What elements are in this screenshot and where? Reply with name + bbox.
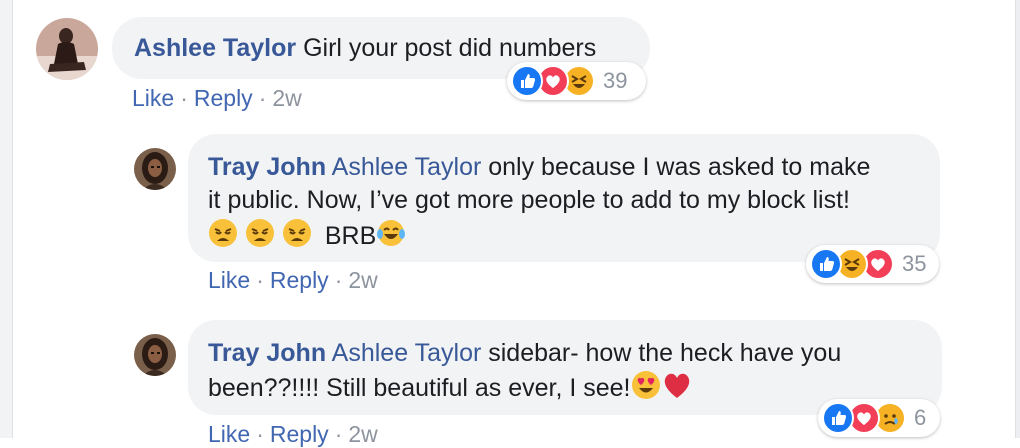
red-heart-icon	[661, 370, 693, 409]
page-right-edge	[1015, 0, 1020, 438]
comment-author[interactable]: Ashlee Taylor	[134, 34, 296, 62]
reply-button[interactable]: Reply	[194, 85, 253, 111]
like-reaction-icon	[822, 402, 854, 434]
like-reaction-icon	[810, 248, 842, 280]
comment-author[interactable]: Tray John	[208, 339, 326, 367]
comment-timestamp[interactable]: 2w	[348, 267, 377, 293]
comment-text-line: it public. Now, I’ve got more people to …	[208, 186, 850, 214]
weary-face-icon	[208, 218, 238, 257]
separator-dot: ·	[258, 85, 267, 111]
separator-dot: ·	[180, 85, 188, 111]
like-button[interactable]: Like	[208, 267, 250, 293]
comment-actions: Like · Reply · 2w	[132, 85, 302, 112]
avatar[interactable]	[134, 148, 176, 190]
comment-text-line: only because I was asked to make	[488, 153, 871, 181]
comment-timestamp[interactable]: 2w	[272, 85, 301, 111]
comment-author[interactable]: Tray John	[208, 153, 326, 181]
avatar[interactable]	[36, 18, 98, 80]
like-reaction-icon	[511, 65, 543, 97]
reaction-count: 39	[603, 68, 628, 93]
comment-actions: Like · Reply · 2w	[208, 421, 378, 448]
page-left-edge	[0, 0, 13, 438]
separator-dot: ·	[256, 421, 264, 447]
comment-timestamp[interactable]: 2w	[348, 421, 377, 447]
separator-dot: ·	[256, 267, 264, 293]
comment-text-line: been??!!!! Still beautiful as ever, I se…	[208, 374, 631, 402]
like-button[interactable]: Like	[208, 421, 250, 447]
separator-dot: ·	[334, 421, 343, 447]
heart-eyes-icon	[631, 370, 661, 409]
reactions-summary[interactable]: 39	[507, 62, 646, 100]
mentioned-user[interactable]: Ashlee Taylor	[332, 339, 482, 367]
reply-button[interactable]: Reply	[270, 421, 329, 447]
avatar[interactable]	[134, 334, 176, 376]
reaction-count: 6	[914, 405, 927, 430]
comment-actions: Like · Reply · 2w	[208, 267, 378, 294]
reply-button[interactable]: Reply	[270, 267, 329, 293]
separator-dot: ·	[334, 267, 343, 293]
weary-face-icon	[245, 218, 275, 257]
mentioned-user[interactable]: Ashlee Taylor	[332, 153, 482, 181]
reaction-count: 35	[902, 251, 927, 276]
comment-text-line: BRB	[324, 222, 377, 250]
reactions-summary[interactable]: 6	[818, 399, 940, 437]
reactions-summary[interactable]: 35	[806, 245, 939, 283]
tears-of-joy-icon	[376, 218, 406, 257]
comment-bubble: Tray John Ashlee Taylor only because I w…	[188, 134, 940, 262]
comment-text: Girl your post did numbers	[303, 34, 597, 62]
weary-face-icon	[282, 218, 312, 257]
like-button[interactable]: Like	[132, 85, 174, 111]
comment-text-line: sidebar- how the heck have you	[488, 339, 842, 367]
